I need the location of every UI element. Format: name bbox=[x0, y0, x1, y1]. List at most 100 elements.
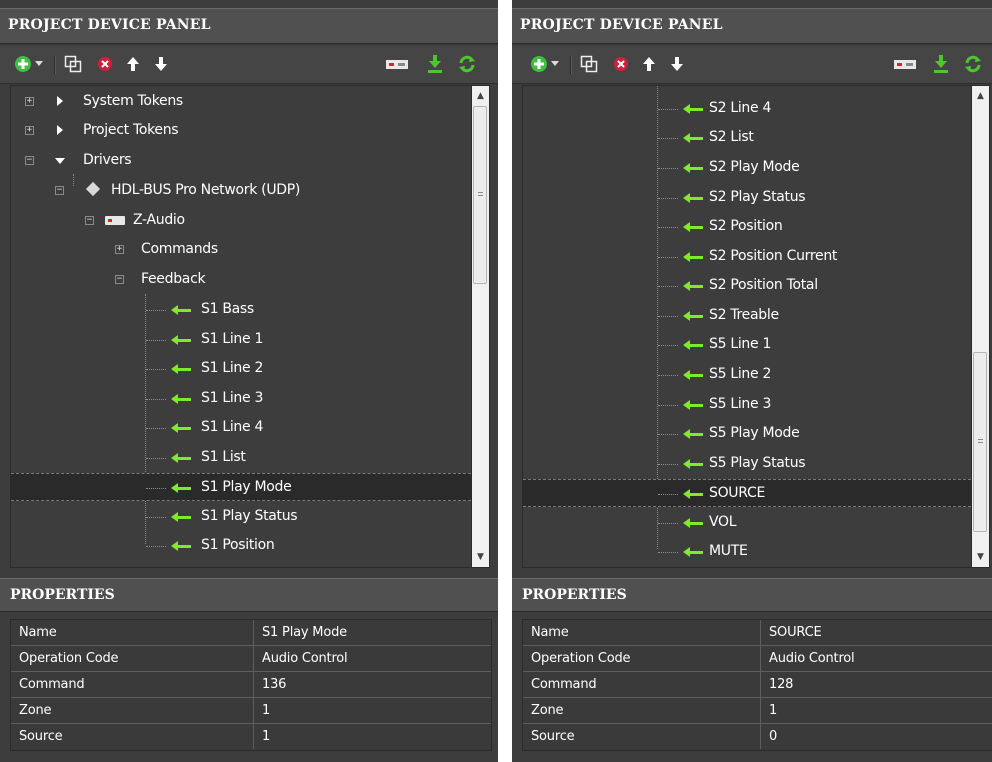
property-row[interactable]: Name S1 Play Mode bbox=[11, 620, 491, 646]
download-icon[interactable] bbox=[424, 53, 446, 75]
refresh-icon[interactable] bbox=[962, 53, 984, 75]
feedback-item-selected[interactable]: S1 Play Mode bbox=[11, 473, 471, 501]
property-value[interactable]: S1 Play Mode bbox=[254, 620, 491, 645]
move-down-icon[interactable] bbox=[150, 53, 172, 75]
panel-header: PROJECT DEVICE PANEL bbox=[512, 8, 992, 44]
tree-node-device[interactable]: − Z-Audio bbox=[11, 207, 471, 235]
feedback-item[interactable]: S2 Position bbox=[523, 213, 971, 241]
feedback-item[interactable]: S1 Play Status bbox=[11, 503, 471, 531]
scroll-up-icon[interactable]: ▲ bbox=[472, 88, 489, 104]
property-row[interactable]: Command 136 bbox=[11, 672, 491, 698]
feedback-item[interactable]: MUTE bbox=[523, 538, 971, 566]
collapse-icon[interactable]: − bbox=[25, 156, 34, 165]
feedback-item-label: MUTE bbox=[709, 543, 748, 559]
scroll-up-icon[interactable]: ▲ bbox=[972, 88, 989, 104]
feedback-item-selected[interactable]: SOURCE bbox=[523, 479, 971, 507]
feedback-item[interactable]: S2 List bbox=[523, 124, 971, 152]
tree-node-feedback[interactable]: − Feedback bbox=[11, 266, 471, 294]
property-key: Command bbox=[11, 672, 254, 697]
tree-node-system-tokens[interactable]: + System Tokens bbox=[11, 88, 471, 116]
tree-node-project-tokens[interactable]: + Project Tokens bbox=[11, 117, 471, 145]
device-icon[interactable] bbox=[384, 53, 410, 75]
feedback-item[interactable]: S2 Play Status bbox=[523, 184, 971, 212]
scroll-thumb[interactable] bbox=[473, 106, 487, 284]
feedback-item[interactable]: S1 Line 4 bbox=[11, 414, 471, 442]
add-icon[interactable] bbox=[12, 53, 34, 75]
collapse-icon[interactable]: − bbox=[85, 216, 94, 225]
feedback-item-label: S1 Play Mode bbox=[201, 479, 292, 495]
scroll-down-icon[interactable]: ▼ bbox=[472, 549, 489, 565]
delete-icon[interactable] bbox=[610, 53, 632, 75]
property-value[interactable]: 0 bbox=[761, 724, 992, 749]
feedback-arrow-icon bbox=[683, 193, 703, 203]
property-value[interactable]: 1 bbox=[254, 724, 491, 749]
expand-icon[interactable]: + bbox=[115, 245, 124, 254]
collapsed-arrow-icon[interactable] bbox=[57, 96, 63, 106]
feedback-item[interactable]: S1 Line 3 bbox=[11, 385, 471, 413]
property-row[interactable]: Operation Code Audio Control bbox=[11, 646, 491, 672]
feedback-item[interactable]: S2 Position Total bbox=[523, 272, 971, 300]
property-row[interactable]: Zone 1 bbox=[11, 698, 491, 724]
move-down-icon[interactable] bbox=[666, 53, 688, 75]
property-row[interactable]: Name SOURCE bbox=[523, 620, 992, 646]
property-row[interactable]: Source 1 bbox=[11, 724, 491, 750]
tree-node-commands[interactable]: + Commands bbox=[11, 236, 471, 264]
tree-node-label: Project Tokens bbox=[83, 122, 179, 138]
move-up-icon[interactable] bbox=[638, 53, 660, 75]
property-value[interactable]: 136 bbox=[254, 672, 491, 697]
feedback-item[interactable]: S2 Play Mode bbox=[523, 154, 971, 182]
property-row[interactable]: Operation Code Audio Control bbox=[523, 646, 992, 672]
feedback-item[interactable]: S5 Line 2 bbox=[523, 361, 971, 389]
feedback-item[interactable]: S5 Line 1 bbox=[523, 331, 971, 359]
duplicate-icon[interactable] bbox=[62, 53, 84, 75]
feedback-item[interactable]: VOL bbox=[523, 509, 971, 537]
feedback-item[interactable]: S1 Line 2 bbox=[11, 355, 471, 383]
property-value[interactable]: 1 bbox=[761, 698, 992, 723]
scroll-thumb[interactable] bbox=[973, 352, 987, 532]
collapse-icon[interactable]: − bbox=[115, 275, 124, 284]
feedback-item[interactable]: S5 Play Mode bbox=[523, 420, 971, 448]
feedback-item[interactable]: S2 Position Current bbox=[523, 243, 971, 271]
expand-icon[interactable]: + bbox=[25, 126, 34, 135]
download-icon[interactable] bbox=[930, 53, 952, 75]
collapsed-arrow-icon[interactable] bbox=[57, 125, 63, 135]
tree-scrollbar[interactable]: ▲ ▼ bbox=[471, 86, 489, 567]
collapse-icon[interactable]: − bbox=[55, 186, 64, 195]
scroll-down-icon[interactable]: ▼ bbox=[972, 549, 989, 565]
property-row[interactable]: Command 128 bbox=[523, 672, 992, 698]
device-tree[interactable]: + System Tokens + Project Tokens − Drive… bbox=[10, 85, 490, 568]
tree-node-network[interactable]: − HDL-BUS Pro Network (UDP) bbox=[11, 177, 471, 205]
refresh-icon[interactable] bbox=[456, 53, 478, 75]
property-value[interactable]: Audio Control bbox=[254, 646, 491, 671]
property-value[interactable]: SOURCE bbox=[761, 620, 992, 645]
feedback-item[interactable]: S1 Position bbox=[11, 532, 471, 560]
duplicate-icon[interactable] bbox=[578, 53, 600, 75]
feedback-item[interactable]: S2 Treable bbox=[523, 302, 971, 330]
feedback-item[interactable]: S5 Line 3 bbox=[523, 391, 971, 419]
dropdown-arrow-icon[interactable] bbox=[548, 53, 562, 75]
dropdown-arrow-icon[interactable] bbox=[32, 53, 46, 75]
feedback-item[interactable]: S5 Play Status bbox=[523, 450, 971, 478]
property-value[interactable]: Audio Control bbox=[761, 646, 992, 671]
feedback-item[interactable]: S1 Line 1 bbox=[11, 326, 471, 354]
delete-icon[interactable] bbox=[94, 53, 116, 75]
device-icon[interactable] bbox=[892, 53, 918, 75]
add-icon[interactable] bbox=[528, 53, 550, 75]
property-row[interactable]: Zone 1 bbox=[523, 698, 992, 724]
device-tree[interactable]: S2 Line 4 S2 List S2 Play Mode S2 Play S… bbox=[522, 85, 990, 568]
properties-title: PROPERTIES bbox=[10, 587, 115, 603]
expand-icon[interactable]: + bbox=[25, 97, 34, 106]
panel-title: PROJECT DEVICE PANEL bbox=[8, 17, 211, 33]
feedback-item[interactable]: S1 Bass bbox=[11, 296, 471, 324]
tree-scrollbar[interactable]: ▲ ▼ bbox=[971, 86, 989, 567]
feedback-item[interactable]: S1 List bbox=[11, 444, 471, 472]
property-value[interactable]: 1 bbox=[254, 698, 491, 723]
move-up-icon[interactable] bbox=[122, 53, 144, 75]
property-row[interactable]: Source 0 bbox=[523, 724, 992, 750]
feedback-item[interactable]: S2 Line 4 bbox=[523, 95, 971, 123]
network-icon bbox=[85, 181, 101, 197]
tree-node-drivers[interactable]: − Drivers bbox=[11, 147, 471, 175]
expanded-arrow-icon[interactable] bbox=[55, 158, 65, 164]
feedback-arrow-icon bbox=[683, 429, 703, 439]
property-value[interactable]: 128 bbox=[761, 672, 992, 697]
